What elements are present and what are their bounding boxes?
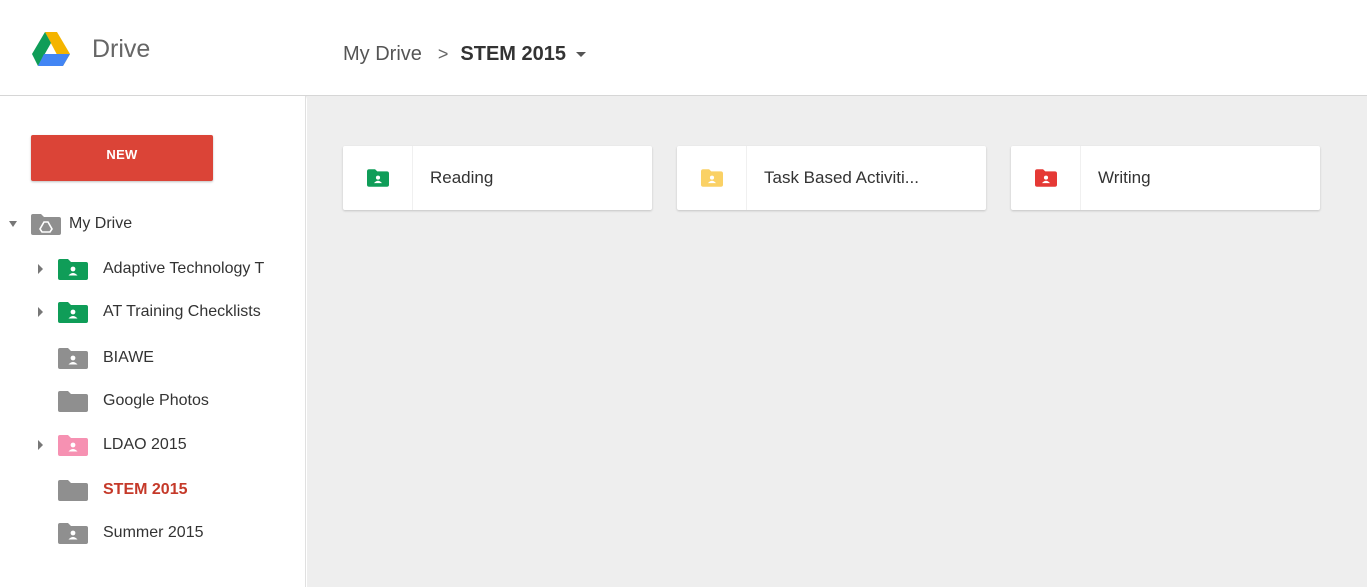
sidebar-item-folder[interactable]: BIAWE xyxy=(0,343,305,373)
folder-card[interactable]: Reading xyxy=(343,146,652,210)
shared-folder-icon xyxy=(58,301,88,323)
shared-folder-icon xyxy=(366,169,389,187)
sidebar-item-label: LDAO 2015 xyxy=(103,436,187,453)
sidebar-item-folder[interactable]: Adaptive Technology T xyxy=(0,254,305,284)
sidebar: NEW My Drive Adaptive Technology T AT Tra… xyxy=(0,96,306,587)
sidebar-item-label: AT Training Checklists xyxy=(103,303,261,320)
drive-logo-icon xyxy=(32,32,70,66)
folder-icon xyxy=(58,479,88,501)
sidebar-item-label: STEM 2015 xyxy=(103,481,188,498)
shared-folder-icon xyxy=(58,434,88,456)
sidebar-item-label: Adaptive Technology T xyxy=(103,260,265,277)
folder-card-name: Writing xyxy=(1098,168,1151,187)
sidebar-item-folder[interactable]: AT Training Checklists xyxy=(0,297,305,327)
shared-folder-icon xyxy=(58,522,88,544)
drive-logo[interactable]: Drive xyxy=(32,32,150,66)
app-name: Drive xyxy=(92,34,151,63)
breadcrumb-separator-icon: > xyxy=(437,44,449,64)
folder-menu-caret-icon[interactable] xyxy=(576,52,587,57)
folder-card-icon-cell xyxy=(1011,146,1081,210)
sidebar-item-label: Summer 2015 xyxy=(103,524,204,541)
top-bar: Drive My Drive > STEM 2015 xyxy=(0,0,1367,96)
folder-card[interactable]: Task Based Activiti... xyxy=(677,146,986,210)
sidebar-item-folder[interactable]: Summer 2015 xyxy=(0,518,305,548)
shared-folder-icon xyxy=(58,347,88,369)
folder-card-name: Task Based Activiti... xyxy=(764,168,919,187)
shared-folder-icon xyxy=(58,258,88,280)
sidebar-item-folder[interactable]: STEM 2015 xyxy=(0,475,305,505)
breadcrumb-current-folder[interactable]: STEM 2015 xyxy=(460,43,566,66)
sidebar-item-my-drive[interactable]: My Drive xyxy=(0,209,305,239)
shared-folder-icon xyxy=(1034,169,1057,187)
folder-card-icon-cell xyxy=(677,146,747,210)
expand-arrow-icon[interactable] xyxy=(38,264,43,274)
sidebar-item-folder[interactable]: Google Photos xyxy=(0,386,305,416)
folder-card-name: Reading xyxy=(430,168,494,187)
sidebar-item-label: Google Photos xyxy=(103,392,209,409)
folder-card-icon-cell xyxy=(343,146,413,210)
expand-arrow-icon[interactable] xyxy=(38,440,43,450)
folder-icon xyxy=(58,390,88,412)
sidebar-item-folder[interactable]: LDAO 2015 xyxy=(0,430,305,460)
breadcrumb: My Drive > STEM 2015 xyxy=(343,43,587,66)
sidebar-item-label: BIAWE xyxy=(103,349,154,366)
content-area: Reading Task Based Activiti... Writing xyxy=(307,96,1367,587)
my-drive-folder-icon xyxy=(31,213,61,235)
collapse-arrow-icon[interactable] xyxy=(9,221,17,227)
expand-arrow-icon[interactable] xyxy=(38,307,43,317)
breadcrumb-my-drive[interactable]: My Drive xyxy=(343,43,422,66)
sidebar-item-label: My Drive xyxy=(69,215,133,232)
new-button[interactable]: NEW xyxy=(31,135,213,181)
shared-folder-icon xyxy=(700,169,723,187)
folder-card[interactable]: Writing xyxy=(1011,146,1320,210)
